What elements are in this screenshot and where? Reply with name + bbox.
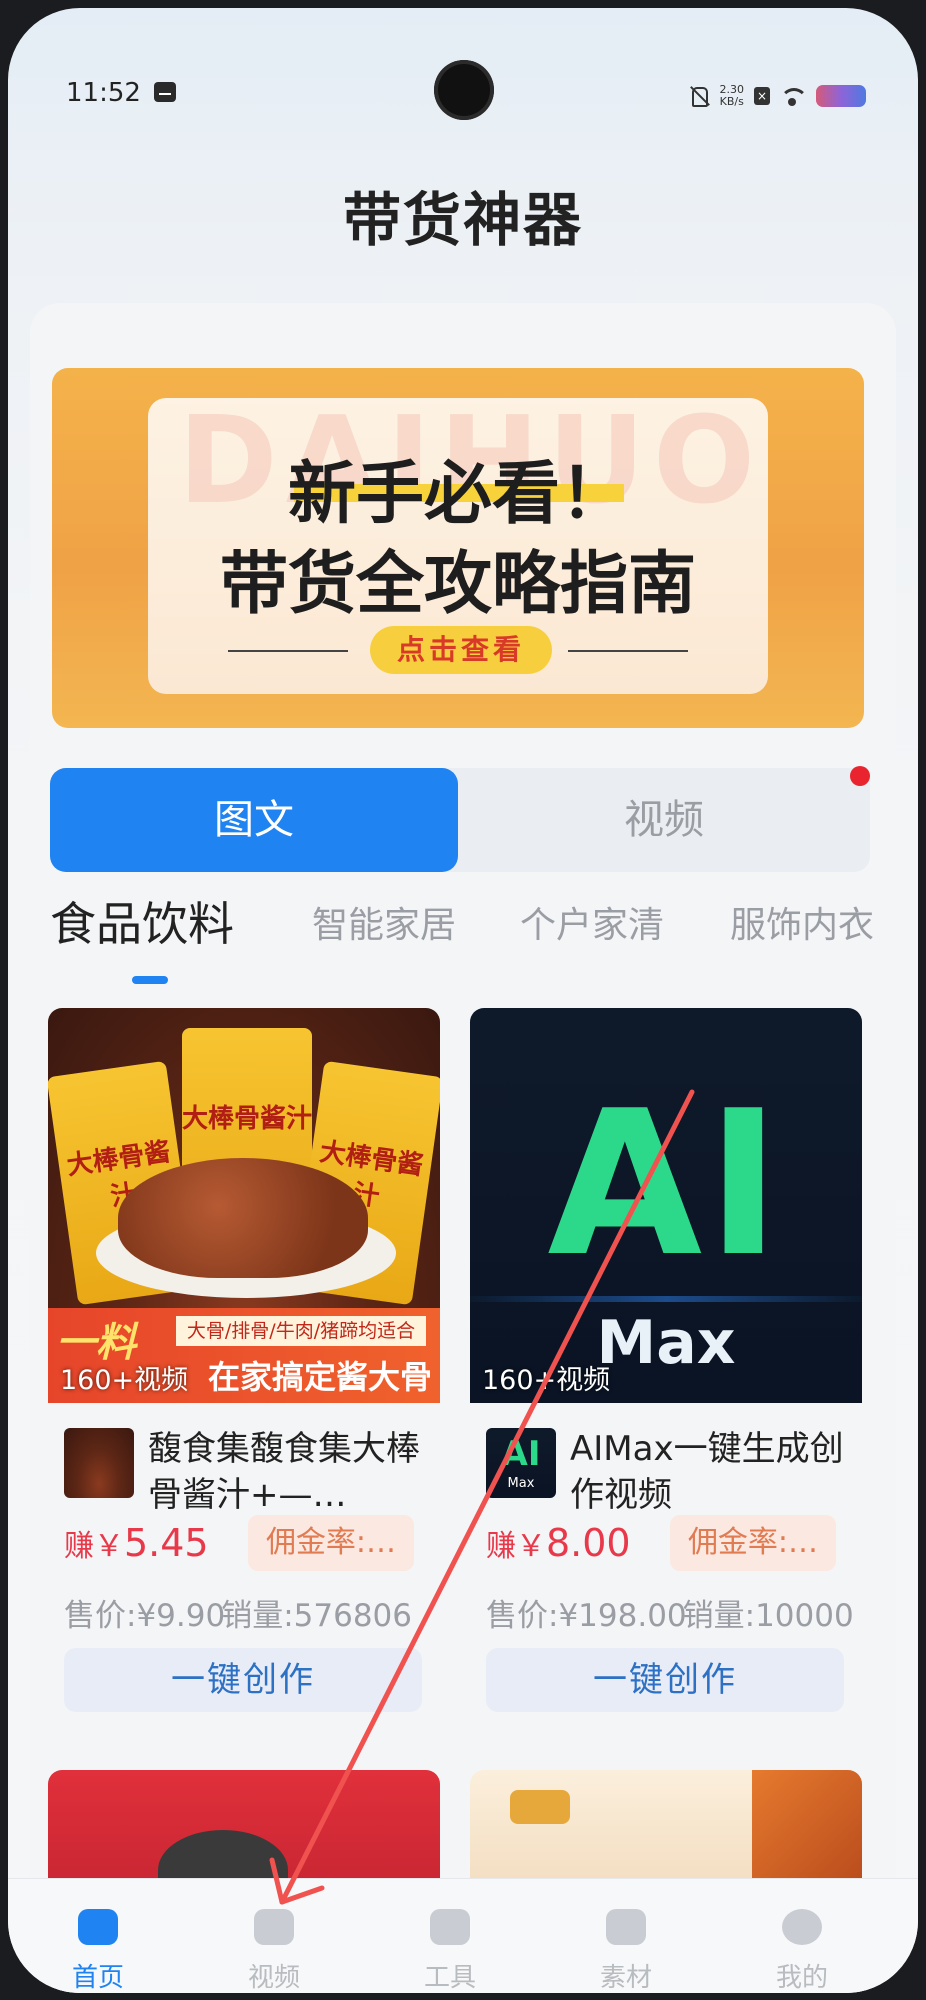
home-icon — [78, 1909, 118, 1945]
category-food-drinks[interactable]: 食品饮料 — [50, 888, 234, 954]
video-count-badge: 160+视频 — [60, 1365, 189, 1396]
page-title: 带货神器 — [342, 186, 583, 254]
tab-video[interactable]: 视频 — [458, 768, 870, 872]
cube-icon — [430, 1909, 470, 1945]
message-icon — [154, 82, 176, 102]
category-tabs: 食品饮料 智能家居 个户家清 服饰内衣 — [50, 896, 910, 984]
price-label: 售价:¥198.00 — [486, 1598, 687, 1634]
bottom-tab-bar: 首页 视频 工具 素材 我的 — [8, 1878, 918, 1993]
tab-label: 素材 — [599, 1963, 652, 1993]
commission-rate-badge: 佣金率:… — [248, 1515, 414, 1571]
price-sales-row: 售价:¥9.90销量:576806 — [64, 1590, 434, 1635]
tab-video-nav[interactable]: 视频 — [204, 1879, 344, 1993]
phone-screen: 11:52 2.30 KB/s × 带货神器 DAIHUO 新手必看！ 带货全攻… — [8, 8, 918, 1993]
content-type-toggle: 图文 视频 — [50, 768, 870, 872]
tab-home[interactable]: 首页 — [28, 1879, 168, 1993]
tab-profile[interactable]: 我的 — [732, 1879, 872, 1993]
product-card[interactable]: 大棒骨酱汁 大棒骨酱汁 大棒骨酱汁 一料 大骨/排骨/牛肉/猪蹄均适合 在家搞定… — [48, 1008, 440, 1712]
network-speed-unit: KB/s — [719, 95, 744, 108]
product-name: 馥食集馥食集大棒骨酱汁+—… — [148, 1429, 420, 1515]
banner-button-row: 点击查看 — [148, 626, 768, 674]
mute-icon — [688, 85, 710, 107]
video-count-badge: 160+视频 — [482, 1365, 611, 1396]
earn-amount: 赚￥8.00 — [486, 1521, 631, 1565]
glow-bar — [470, 1296, 862, 1302]
network-speed: 2.30 KB/s — [720, 84, 745, 108]
divider — [228, 650, 348, 652]
product-card-partial[interactable] — [48, 1770, 440, 1890]
earn-label: 赚￥ — [64, 1529, 124, 1564]
price-sales-row: 售价:¥198.00销量:10000 — [486, 1590, 856, 1635]
banner-headline: 新手必看！ — [287, 455, 628, 534]
thumb-max-text: Max — [507, 1476, 535, 1491]
earn-amount: 赚￥5.45 — [64, 1521, 209, 1565]
banner-card: DAIHUO 新手必看！ 带货全攻略指南 点击查看 — [148, 398, 768, 694]
status-time: 11:52 — [66, 78, 141, 108]
braised-bones — [118, 1158, 368, 1278]
tab-materials[interactable]: 素材 — [556, 1879, 696, 1993]
divider — [568, 650, 688, 652]
front-camera — [434, 60, 494, 120]
guide-banner[interactable]: DAIHUO 新手必看！ 带货全攻略指南 点击查看 — [52, 368, 864, 728]
product-image[interactable]: AI Max 160+视频 — [470, 1008, 862, 1403]
tab-image-text[interactable]: 图文 — [50, 768, 458, 872]
earn-value: 5.45 — [124, 1521, 209, 1565]
tab-tools[interactable]: 工具 — [380, 1879, 520, 1993]
notification-dot — [850, 766, 870, 786]
view-guide-button[interactable]: 点击查看 — [370, 626, 552, 674]
thumb-ai-text: AI — [501, 1434, 541, 1474]
tab-label: 我的 — [775, 1963, 828, 1993]
battery-icon — [816, 85, 866, 107]
earn-value: 8.00 — [546, 1521, 631, 1565]
sales-label: 销量:576806 — [221, 1598, 412, 1634]
media-folder-icon — [606, 1909, 646, 1945]
close-badge-icon: × — [754, 87, 770, 105]
category-smart-home[interactable]: 智能家居 — [312, 896, 456, 948]
sales-label: 销量:10000 — [682, 1598, 854, 1634]
product-card[interactable]: AI Max 160+视频 AI Max AIMax一键生成创作视频 赚￥8.0… — [470, 1008, 862, 1712]
category-home-cleaning[interactable]: 个户家清 — [520, 896, 664, 948]
earn-label: 赚￥ — [486, 1529, 546, 1564]
product-image-shape — [752, 1770, 862, 1890]
wifi-icon — [780, 86, 806, 106]
ai-logo-text: AI — [547, 1068, 785, 1301]
category-active-indicator — [132, 976, 168, 984]
commission-rate-badge: 佣金率:… — [670, 1515, 836, 1571]
price-label: 售价:¥9.90 — [64, 1598, 226, 1634]
product-image[interactable]: 大棒骨酱汁 大棒骨酱汁 大棒骨酱汁 一料 大骨/排骨/牛肉/猪蹄均适合 在家搞定… — [48, 1008, 440, 1403]
product-thumbnail — [64, 1428, 134, 1498]
one-click-create-button[interactable]: 一键创作 — [64, 1648, 422, 1712]
product-card-partial[interactable] — [470, 1770, 862, 1890]
brand-logo — [510, 1790, 570, 1824]
banner-subheadline: 带货全攻略指南 — [219, 545, 696, 624]
tab-label: 工具 — [423, 1963, 476, 1993]
one-click-create-button[interactable]: 一键创作 — [486, 1648, 844, 1712]
status-icons: 2.30 KB/s × — [688, 84, 866, 108]
tab-label: 首页 — [71, 1963, 124, 1993]
product-name: AIMax一键生成创作视频 — [570, 1429, 844, 1515]
smile-face-icon — [782, 1909, 822, 1945]
video-camera-icon — [254, 1909, 294, 1945]
status-bar: 11:52 2.30 KB/s × — [8, 8, 918, 128]
category-apparel[interactable]: 服饰内衣 — [730, 896, 874, 948]
product-thumbnail: AI Max — [486, 1428, 556, 1498]
tab-label: 视频 — [247, 1963, 300, 1993]
